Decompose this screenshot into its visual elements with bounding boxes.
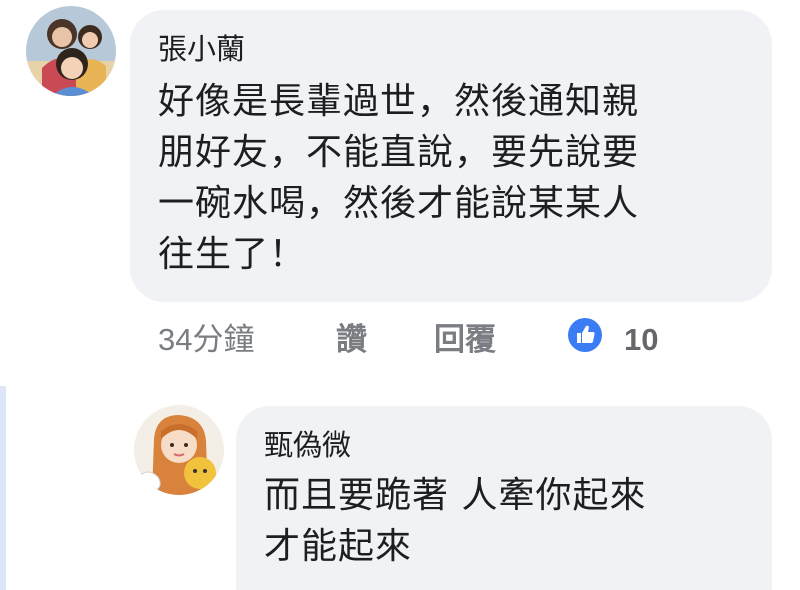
comment-bubble: 張小蘭 好像是長輩過世，然後通知親 朋好友，不能直說，要先說要 一碗水喝，然後才…	[130, 10, 772, 302]
avatar[interactable]	[134, 405, 224, 495]
reply-text-line: 而且要跪著 人牽你起來	[264, 475, 647, 516]
comment-text-line: 好像是長輩過世，然後通知親	[158, 81, 640, 122]
like-button[interactable]: 讚	[336, 318, 367, 362]
comment-author[interactable]: 張小蘭	[158, 30, 772, 68]
comment-actions: 34分鐘 讚 回覆 10	[158, 318, 718, 362]
reply-text-line: 才能起來	[264, 526, 413, 567]
reaction-count[interactable]: 10	[624, 318, 658, 362]
thumbs-up-icon[interactable]	[568, 318, 602, 352]
comment-text-line: 朋好友，不能直說，要先說要	[158, 132, 640, 173]
avatar-photo	[26, 6, 116, 96]
reply-thread-rule	[0, 386, 6, 590]
avatar-photo	[134, 405, 224, 495]
reply-author[interactable]: 甄偽微	[264, 426, 772, 464]
reply-bubble: 甄偽微 而且要跪著 人牽你起來 才能起來	[236, 406, 772, 590]
reply-button[interactable]: 回覆	[434, 318, 496, 362]
comment-text-line: 往生了！	[158, 234, 307, 275]
avatar[interactable]	[26, 6, 116, 96]
comment-text-line: 一碗水喝，然後才能說某某人	[158, 183, 640, 224]
comment-timestamp[interactable]: 34分鐘	[158, 318, 254, 362]
